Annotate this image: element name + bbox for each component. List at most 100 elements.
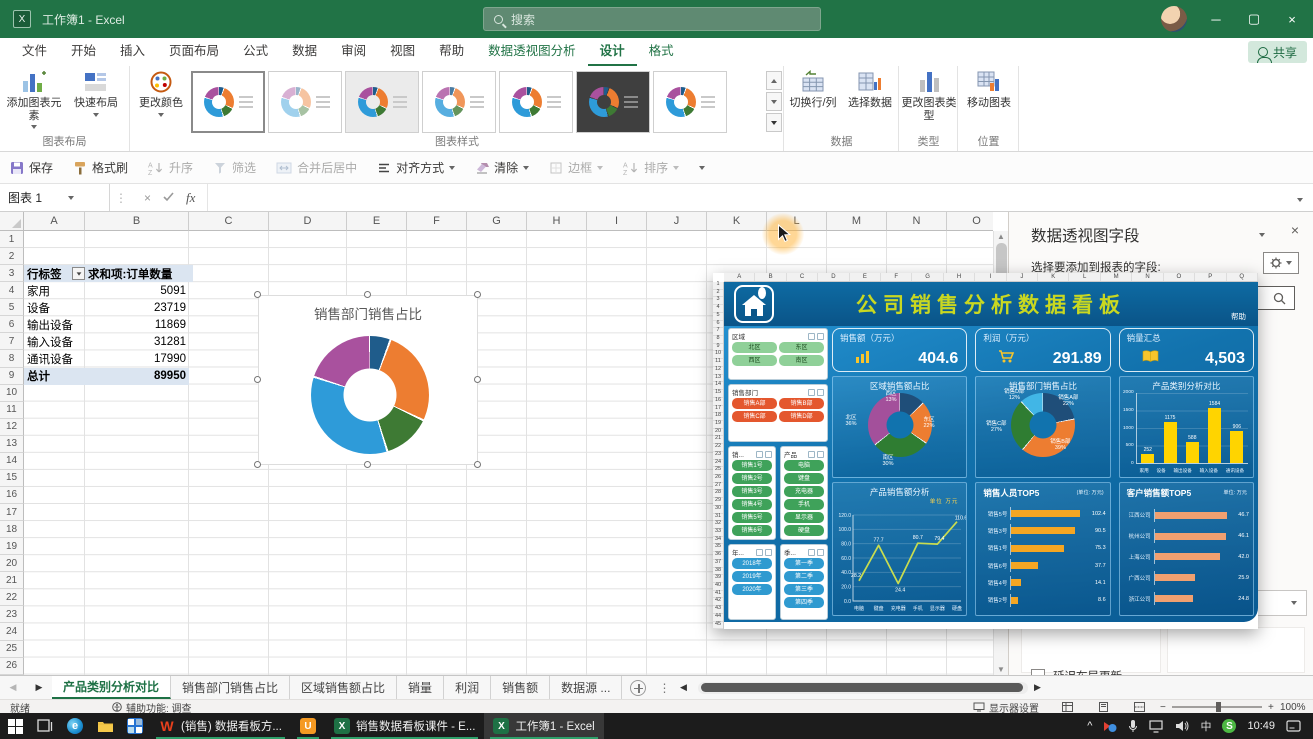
ribbon-tab-文件[interactable]: 文件 (10, 38, 59, 66)
pivot-value-cell[interactable]: 23719 (85, 299, 189, 316)
column-header-M[interactable]: M (827, 212, 887, 231)
ribbon-tab-帮助[interactable]: 帮助 (427, 38, 476, 66)
new-sheet-button[interactable] (630, 680, 646, 696)
field-area-box[interactable] (1021, 627, 1161, 673)
row-header-18[interactable]: 18 (0, 521, 24, 538)
store-app-icon[interactable] (120, 713, 150, 739)
minimize-button[interactable]: ─ (1197, 0, 1235, 38)
sogou-icon[interactable]: S (1222, 719, 1236, 733)
avatar[interactable] (1161, 6, 1187, 32)
ribbon-tab-数据[interactable]: 数据 (280, 38, 329, 66)
speaker-icon[interactable] (1175, 720, 1189, 732)
quick-format-painter-button[interactable]: 格式刷 (73, 159, 128, 176)
pivot-value-cell[interactable]: 5091 (85, 282, 189, 299)
display-settings-button[interactable]: 显示器设置 (973, 700, 1039, 714)
row-header-15[interactable]: 15 (0, 470, 24, 487)
column-header-A[interactable]: A (24, 212, 85, 231)
row-header-6[interactable]: 6 (0, 316, 24, 333)
maximize-button[interactable]: ▢ (1235, 0, 1273, 38)
row-header-16[interactable]: 16 (0, 487, 24, 504)
ribbon-button-选择数据[interactable]: 选择数据 (842, 70, 898, 110)
resize-handle[interactable] (364, 291, 371, 298)
row-header-24[interactable]: 24 (0, 623, 24, 640)
scroll-up-icon[interactable]: ▲ (994, 232, 1008, 241)
resize-handle[interactable] (254, 461, 261, 468)
column-header-F[interactable]: F (407, 212, 467, 231)
pivot-category-cell[interactable]: 通讯设备 (24, 350, 85, 367)
ribbon-tab-格式[interactable]: 格式 (637, 38, 686, 66)
clock[interactable]: 10:49 (1247, 720, 1275, 732)
row-header-8[interactable]: 8 (0, 350, 24, 367)
sheet-tab-利润[interactable]: 利润 (444, 676, 491, 699)
row-header-2[interactable]: 2 (0, 248, 24, 265)
ribbon-tab-审阅[interactable]: 审阅 (329, 38, 378, 66)
chart-style-thumbnail[interactable] (345, 71, 419, 133)
resize-handle[interactable] (474, 461, 481, 468)
column-header-G[interactable]: G (467, 212, 527, 231)
column-header-N[interactable]: N (887, 212, 947, 231)
action-center-icon[interactable] (1286, 720, 1301, 733)
taskbar-app-(销售) 数据看板方...[interactable]: W(销售) 数据看板方... (150, 713, 291, 739)
taskbar-app-销售数据看板课件 - E...[interactable]: X销售数据看板课件 - E... (325, 713, 484, 739)
gallery-scroll[interactable] (766, 71, 782, 132)
row-header-12[interactable]: 12 (0, 419, 24, 436)
row-header-19[interactable]: 19 (0, 538, 24, 555)
chart-style-thumbnail[interactable] (576, 71, 650, 133)
ribbon-tab-开始[interactable]: 开始 (59, 38, 108, 66)
pivot-value-cell[interactable]: 31281 (85, 333, 189, 350)
column-header-D[interactable]: D (269, 212, 347, 231)
resize-handle[interactable] (254, 291, 261, 298)
gallery-down-button[interactable] (766, 92, 782, 111)
gallery-up-button[interactable] (766, 71, 782, 90)
sheet-tab-区域销售额占比[interactable]: 区域销售额占比 (290, 676, 397, 699)
view-break-button[interactable] (1134, 700, 1145, 714)
enter-icon[interactable] (163, 191, 174, 205)
sheet-nav-right-icon[interactable]: ▶ (26, 676, 52, 699)
sheet-tab-menu-icon[interactable]: ⋮ (654, 681, 674, 695)
close-button[interactable]: × (1273, 0, 1311, 38)
pivot-chart[interactable]: 销售部门销售占比 (258, 295, 478, 465)
row-header-4[interactable]: 4 (0, 282, 24, 299)
sheet-tab-产品类别分析对比[interactable]: 产品类别分析对比 (52, 676, 171, 699)
filter-dropdown-icon[interactable] (72, 267, 85, 280)
chart-style-thumbnail[interactable] (653, 71, 727, 133)
gallery-more-button[interactable] (766, 113, 782, 132)
zoom-slider-thumb[interactable] (1216, 702, 1221, 712)
row-header-25[interactable]: 25 (0, 641, 24, 658)
chart-style-thumbnail[interactable] (191, 71, 265, 133)
resize-handle[interactable] (474, 376, 481, 383)
row-header-14[interactable]: 14 (0, 453, 24, 470)
column-header-E[interactable]: E (347, 212, 407, 231)
row-header-11[interactable]: 11 (0, 402, 24, 419)
display-tray-icon[interactable] (1149, 720, 1164, 733)
ribbon-tab-视图[interactable]: 视图 (378, 38, 427, 66)
file-explorer-icon[interactable] (90, 713, 120, 739)
chart-style-thumbnail[interactable] (422, 71, 496, 133)
chart-style-thumbnail[interactable] (268, 71, 342, 133)
resize-handle[interactable] (364, 461, 371, 468)
pivot-category-cell[interactable]: 设备 (24, 299, 85, 316)
ribbon-button-快速布局[interactable]: 快速布局 (68, 70, 124, 117)
quickbar-overflow-icon[interactable] (699, 166, 705, 170)
row-header-13[interactable]: 13 (0, 436, 24, 453)
row-header-26[interactable]: 26 (0, 658, 24, 675)
ribbon-button-切换行/列[interactable]: 切换行/列 (785, 70, 841, 110)
share-button[interactable]: 共享 (1248, 41, 1307, 63)
row-header-1[interactable]: 1 (0, 231, 24, 248)
cancel-icon[interactable]: × (144, 191, 151, 205)
zoom-out-button[interactable]: − (1160, 700, 1166, 714)
ime-indicator[interactable]: 中 (1200, 718, 1211, 734)
column-header-J[interactable]: J (647, 212, 707, 231)
taskbar-app-icon[interactable]: U (291, 713, 325, 739)
column-header-I[interactable]: I (587, 212, 647, 231)
view-normal-button[interactable] (1062, 700, 1073, 714)
insert-function-icon[interactable]: fx (186, 190, 195, 206)
column-header-B[interactable]: B (85, 212, 189, 231)
search-box[interactable]: 搜索 (483, 7, 821, 31)
hscroll-left-icon[interactable]: ◀ (674, 676, 692, 699)
row-header-5[interactable]: 5 (0, 299, 24, 316)
start-button[interactable] (0, 713, 30, 739)
scroll-down-icon[interactable]: ▼ (994, 665, 1008, 674)
ribbon-tab-页面布局[interactable]: 页面布局 (157, 38, 231, 66)
edge-icon[interactable]: e (60, 713, 90, 739)
